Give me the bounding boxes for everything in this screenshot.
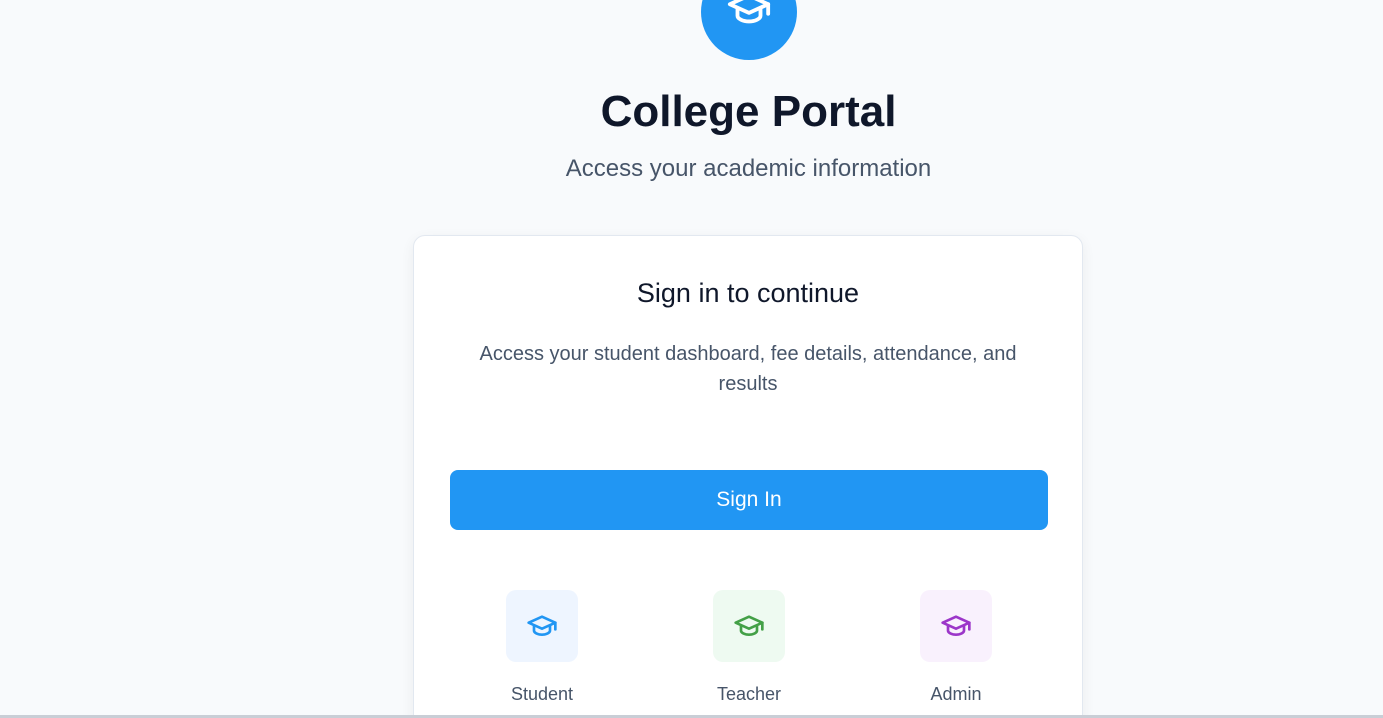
- role-tile[interactable]: [506, 590, 578, 662]
- sign-in-button[interactable]: Sign In: [450, 470, 1048, 530]
- role-label: Student: [510, 684, 574, 704]
- role-student[interactable]: Student: [482, 590, 602, 705]
- role-teacher[interactable]: Teacher: [689, 590, 809, 705]
- role-label: Teacher: [716, 684, 782, 704]
- card-title: Sign in to continue: [636, 278, 860, 308]
- card-description: Access your student dashboard, fee detai…: [479, 343, 1017, 395]
- graduation-cap-icon: [527, 615, 557, 636]
- page-title: College Portal: [600, 87, 897, 136]
- graduation-cap-icon: [734, 615, 764, 636]
- role-tile[interactable]: [920, 590, 992, 662]
- role-tile[interactable]: [713, 590, 785, 662]
- role-label: Admin: [930, 684, 982, 704]
- role-admin[interactable]: Admin: [896, 590, 1016, 705]
- graduation-cap-icon: [727, 0, 771, 24]
- signin-card: Sign in to continue Access your student …: [413, 235, 1083, 718]
- page-subtitle: Access your academic information: [565, 155, 932, 182]
- graduation-cap-icon: [941, 615, 971, 636]
- logo-badge: [701, 0, 797, 60]
- login-page: College Portal Access your academic info…: [0, 0, 1383, 718]
